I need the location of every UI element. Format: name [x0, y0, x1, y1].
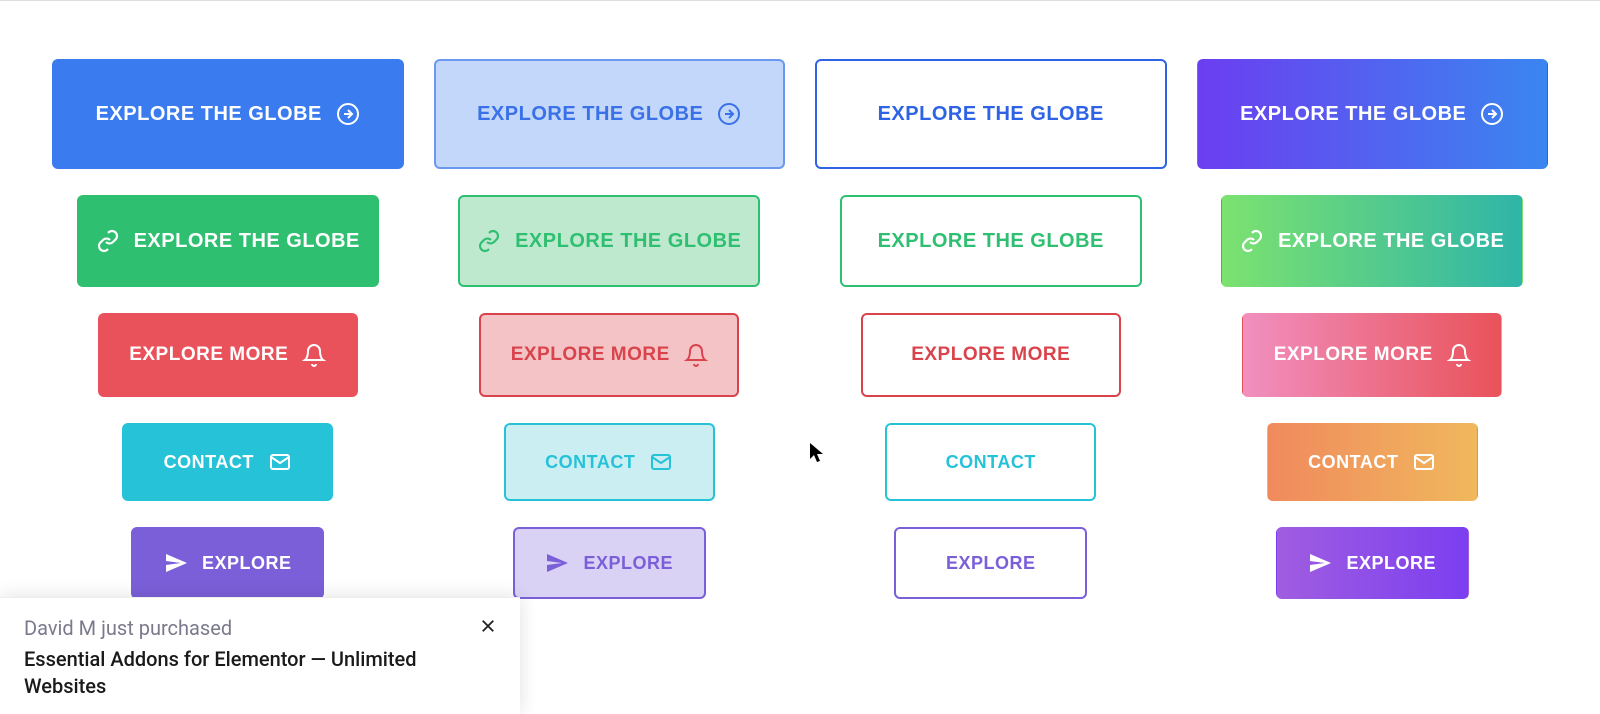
contact-button-gradient-orange[interactable]: CONTACT: [1267, 423, 1478, 501]
button-label: EXPLORE MORE: [911, 344, 1070, 366]
arrow-circle-right-icon: [1480, 102, 1504, 126]
button-label: EXPLORE THE GLOBE: [1278, 230, 1504, 253]
explore-globe-button-gradient-green[interactable]: EXPLORE THE GLOBE: [1221, 195, 1523, 287]
button-label: CONTACT: [946, 452, 1036, 473]
toast-purchaser-line: David M just purchased: [24, 616, 496, 640]
button-label: EXPLORE THE GLOBE: [878, 230, 1104, 253]
button-label: EXPLORE MORE: [511, 344, 670, 366]
explore-more-button-gradient-pink[interactable]: EXPLORE MORE: [1242, 313, 1502, 397]
button-label: EXPLORE: [202, 553, 292, 574]
button-label: EXPLORE THE GLOBE: [477, 103, 703, 126]
explore-button-solid-purple[interactable]: EXPLORE: [131, 527, 324, 599]
contact-button-solid-cyan[interactable]: CONTACT: [122, 423, 333, 501]
explore-button-outline-purple[interactable]: EXPLORE: [894, 527, 1087, 599]
arrow-circle-right-icon: [717, 102, 741, 126]
explore-more-button-solid-red[interactable]: EXPLORE MORE: [98, 313, 358, 397]
explore-button-soft-purple[interactable]: EXPLORE: [513, 527, 706, 599]
paper-plane-icon: [1308, 551, 1332, 575]
explore-globe-button-soft-blue[interactable]: EXPLORE THE GLOBE: [434, 59, 786, 169]
contact-button-soft-cyan[interactable]: CONTACT: [504, 423, 715, 501]
button-label: EXPLORE MORE: [1274, 344, 1433, 366]
envelope-icon: [649, 450, 673, 474]
button-label: EXPLORE THE GLOBE: [1240, 103, 1466, 126]
purchase-notification-toast: David M just purchased Essential Addons …: [0, 597, 520, 714]
contact-button-outline-cyan[interactable]: CONTACT: [885, 423, 1096, 501]
bell-icon: [302, 343, 326, 367]
button-label: EXPLORE MORE: [129, 344, 288, 366]
explore-globe-button-outline-blue[interactable]: EXPLORE THE GLOBE: [815, 59, 1167, 169]
explore-button-gradient-purple[interactable]: EXPLORE: [1276, 527, 1469, 599]
bell-icon: [1447, 343, 1471, 367]
explore-globe-button-outline-green[interactable]: EXPLORE THE GLOBE: [840, 195, 1142, 287]
button-label: EXPLORE THE GLOBE: [96, 103, 322, 126]
close-icon: [479, 616, 497, 641]
button-label: EXPLORE THE GLOBE: [515, 230, 741, 253]
toast-product-line: Essential Addons for Elementor — Unlimit…: [24, 646, 496, 700]
button-label: EXPLORE THE GLOBE: [134, 230, 360, 253]
explore-more-button-soft-red[interactable]: EXPLORE MORE: [479, 313, 739, 397]
button-label: CONTACT: [545, 452, 635, 473]
button-label: EXPLORE: [1346, 553, 1436, 574]
explore-globe-button-solid-blue[interactable]: EXPLORE THE GLOBE: [52, 59, 404, 169]
envelope-icon: [1412, 450, 1436, 474]
button-label: EXPLORE THE GLOBE: [878, 103, 1104, 126]
button-showcase-grid: EXPLORE THE GLOBE EXPLORE THE GLOBE EXPL…: [0, 1, 1600, 599]
envelope-icon: [268, 450, 292, 474]
link-icon: [477, 229, 501, 253]
bell-icon: [684, 343, 708, 367]
arrow-circle-right-icon: [336, 102, 360, 126]
paper-plane-icon: [545, 551, 569, 575]
explore-globe-button-soft-green[interactable]: EXPLORE THE GLOBE: [458, 195, 760, 287]
button-label: EXPLORE: [583, 553, 673, 574]
paper-plane-icon: [164, 551, 188, 575]
button-label: CONTACT: [1308, 452, 1398, 473]
link-icon: [96, 229, 120, 253]
explore-globe-button-gradient-purple[interactable]: EXPLORE THE GLOBE: [1197, 59, 1549, 169]
explore-more-button-outline-red[interactable]: EXPLORE MORE: [861, 313, 1121, 397]
button-label: EXPLORE: [946, 553, 1036, 574]
explore-globe-button-solid-green[interactable]: EXPLORE THE GLOBE: [77, 195, 379, 287]
button-label: CONTACT: [164, 452, 254, 473]
link-icon: [1240, 229, 1264, 253]
close-button[interactable]: [474, 614, 502, 642]
